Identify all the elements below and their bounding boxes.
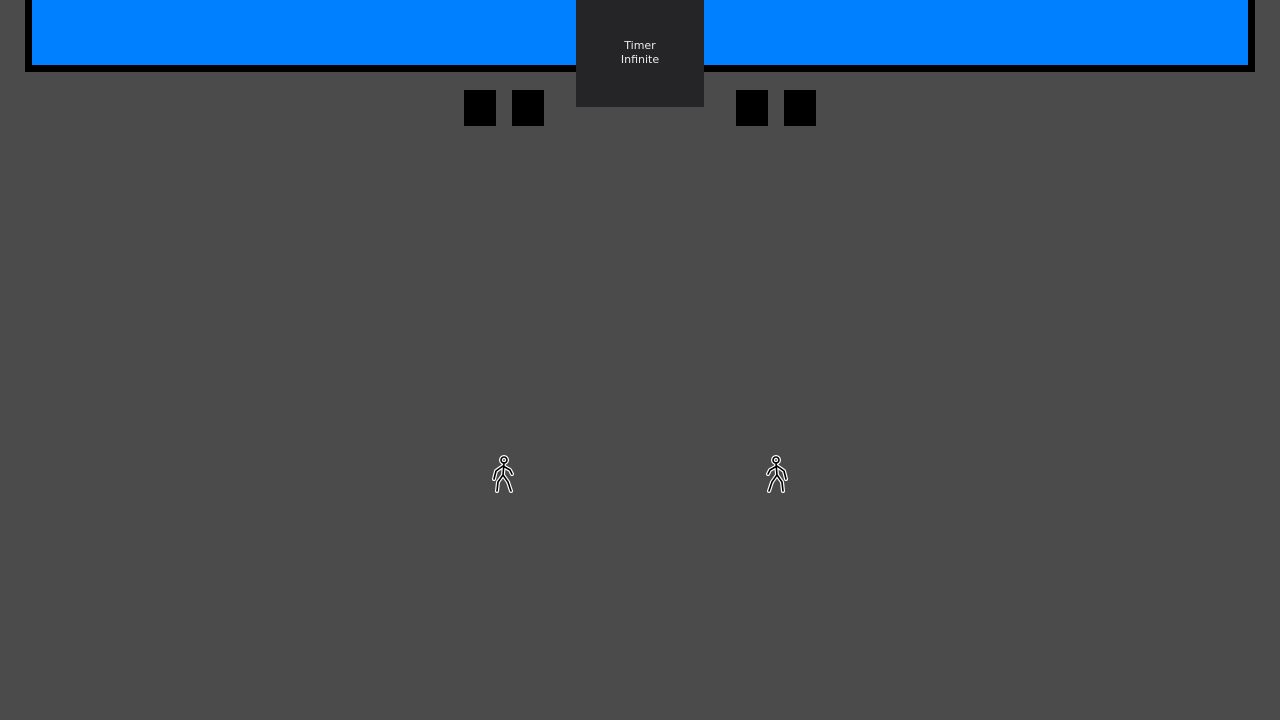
player2-slot-2 — [784, 90, 816, 126]
timer-value: Infinite — [620, 53, 660, 66]
timer-panel: Timer Infinite — [576, 0, 704, 107]
player1-slot-2 — [512, 90, 544, 126]
player1-fighter-icon — [489, 455, 519, 495]
timer-label: Timer — [624, 39, 656, 52]
player2-slot-1 — [736, 90, 768, 126]
player1-slot-1 — [464, 90, 496, 126]
game-arena: Timer Infinite — [0, 0, 1280, 720]
player2-fighter-icon — [761, 455, 791, 495]
